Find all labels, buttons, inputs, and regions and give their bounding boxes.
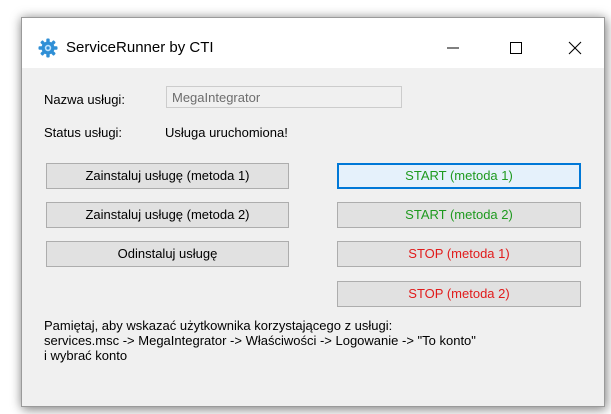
install-method-1-button[interactable]: Zainstaluj usługę (metoda 1)	[46, 163, 289, 189]
minimize-button[interactable]	[430, 30, 476, 66]
service-status-label: Status usługi:	[44, 125, 123, 140]
configuration-note: Pamiętaj, aby wskazać użytkownika korzys…	[44, 318, 476, 363]
service-name-field[interactable]	[166, 86, 402, 108]
service-name-label: Nazwa usługi:	[44, 92, 125, 107]
service-status-value: Usługa uruchomiona!	[165, 125, 288, 140]
note-line-2: services.msc -> MegaIntegrator -> Właści…	[44, 333, 476, 348]
start-method-1-button[interactable]: START (metoda 1)	[337, 163, 581, 189]
note-line-3: i wybrać konto	[44, 348, 128, 363]
gear-icon	[38, 38, 58, 58]
install-method-2-button[interactable]: Zainstaluj usługę (metoda 2)	[46, 202, 289, 228]
close-icon	[568, 41, 582, 55]
maximize-icon	[510, 42, 522, 54]
service-runner-window: ServiceRunner by CTI Nazwa usługi: Statu…	[21, 17, 605, 407]
uninstall-button[interactable]: Odinstaluj usługę	[46, 241, 289, 267]
maximize-button[interactable]	[493, 30, 539, 66]
start-method-2-button[interactable]: START (metoda 2)	[337, 202, 581, 228]
stop-method-2-button[interactable]: STOP (metoda 2)	[337, 281, 581, 307]
close-button[interactable]	[552, 30, 598, 66]
stop-method-1-button[interactable]: STOP (metoda 1)	[337, 241, 581, 267]
note-line-1: Pamiętaj, aby wskazać użytkownika korzys…	[44, 318, 393, 333]
title-bar[interactable]: ServiceRunner by CTI	[22, 18, 604, 68]
minimize-icon	[447, 47, 459, 49]
window-title: ServiceRunner by CTI	[66, 39, 214, 56]
